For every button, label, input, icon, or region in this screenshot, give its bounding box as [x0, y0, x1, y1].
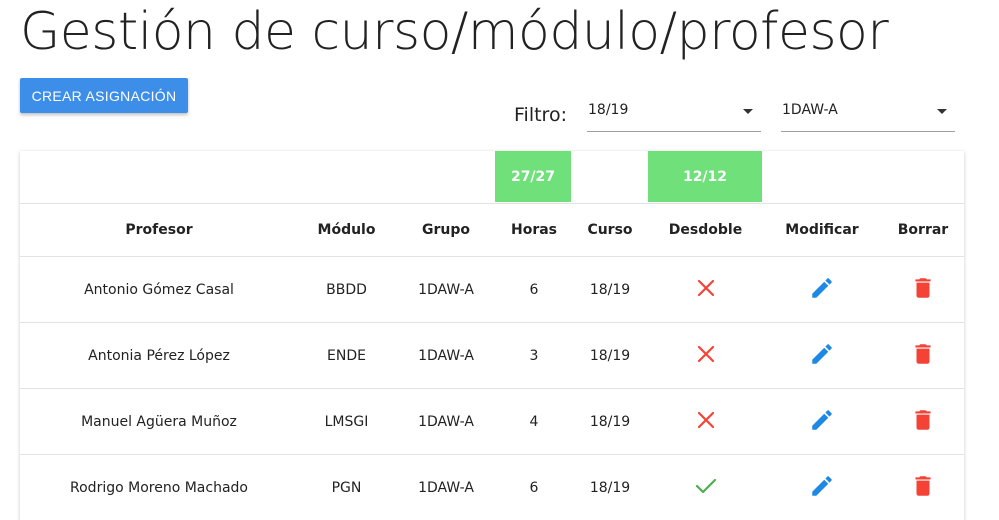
pencil-icon[interactable] — [809, 473, 835, 503]
header-desdoble: Desdoble — [668, 222, 743, 238]
cell-grupo: 1DAW-A — [418, 413, 474, 430]
check-icon — [695, 476, 717, 500]
close-icon — [696, 410, 716, 434]
cell-desdoble — [649, 455, 762, 520]
grupo-select[interactable]: 1DAW-A — [781, 100, 955, 132]
cell-horas: 3 — [529, 347, 539, 364]
close-icon — [696, 344, 716, 368]
cell-borrar — [882, 323, 964, 388]
cell-curso: 18/19 — [589, 281, 631, 298]
header-modulo: Módulo — [317, 222, 376, 238]
cell-modulo: ENDE — [327, 347, 366, 364]
pencil-icon[interactable] — [809, 275, 835, 305]
totals-row: 27/27 12/12 — [20, 151, 964, 204]
trash-icon[interactable] — [910, 275, 936, 305]
trash-icon[interactable] — [910, 341, 936, 371]
cell-profesor: Antonio Gómez Casal — [84, 281, 234, 298]
cell-grupo: 1DAW-A — [418, 479, 474, 496]
header-grupo: Grupo — [421, 222, 470, 238]
cell-grupo: 1DAW-A — [418, 347, 474, 364]
table-row: Rodrigo Moreno Machado PGN 1DAW-A 6 18/19 — [20, 455, 964, 520]
header-modificar: Modificar — [785, 222, 859, 238]
header-profesor: Profesor — [125, 222, 193, 238]
pencil-icon[interactable] — [809, 407, 835, 437]
table-row: Antonia Pérez López ENDE 1DAW-A 3 18/19 — [20, 323, 964, 389]
cell-desdoble — [649, 323, 762, 388]
cell-profesor: Rodrigo Moreno Machado — [70, 479, 248, 496]
curso-select[interactable]: 18/19 — [587, 100, 761, 132]
page-title: Gestión de curso/módulo/profesor — [20, 2, 889, 62]
cell-borrar — [882, 389, 964, 454]
cell-modificar — [762, 323, 882, 388]
trash-icon[interactable] — [910, 473, 936, 503]
cell-horas: 6 — [529, 281, 539, 298]
cell-desdoble — [649, 257, 762, 322]
assignments-table: 27/27 12/12 Profesor Módulo Grupo Horas … — [20, 151, 964, 520]
trash-icon[interactable] — [910, 407, 936, 437]
cell-borrar — [882, 455, 964, 520]
cell-modulo: LMSGI — [324, 413, 369, 430]
filter-label: Filtro: — [514, 104, 567, 126]
cell-grupo: 1DAW-A — [418, 281, 474, 298]
cell-curso: 18/19 — [589, 479, 631, 496]
create-assignment-button[interactable]: CREAR ASIGNACIÓN — [20, 78, 188, 113]
cell-modificar — [762, 257, 882, 322]
cell-borrar — [882, 257, 964, 322]
hours-total-badge: 27/27 — [495, 151, 571, 202]
curso-select-value: 18/19 — [588, 102, 629, 118]
cell-horas: 4 — [529, 413, 539, 430]
cell-horas: 6 — [529, 479, 539, 496]
cell-desdoble — [649, 389, 762, 454]
desdoble-total-badge: 12/12 — [648, 151, 762, 202]
cell-profesor: Antonia Pérez López — [88, 347, 230, 364]
cell-curso: 18/19 — [589, 413, 631, 430]
cell-modulo: PGN — [331, 479, 362, 496]
cell-modificar — [762, 389, 882, 454]
pencil-icon[interactable] — [809, 341, 835, 371]
table-row: Antonio Gómez Casal BBDD 1DAW-A 6 18/19 — [20, 257, 964, 323]
header-borrar: Borrar — [897, 222, 949, 238]
cell-modificar — [762, 455, 882, 520]
table-row: Manuel Agüera Muñoz LMSGI 1DAW-A 4 18/19 — [20, 389, 964, 455]
dropdown-arrow-icon — [743, 109, 753, 114]
header-horas: Horas — [510, 222, 558, 238]
cell-profesor: Manuel Agüera Muñoz — [81, 413, 237, 430]
cell-modulo: BBDD — [326, 281, 367, 298]
grupo-select-value: 1DAW-A — [782, 102, 838, 118]
table-header: Profesor Módulo Grupo Horas Curso Desdob… — [20, 204, 964, 257]
cell-curso: 18/19 — [589, 347, 631, 364]
dropdown-arrow-icon — [937, 109, 947, 114]
close-icon — [696, 278, 716, 302]
header-curso: Curso — [587, 222, 633, 238]
